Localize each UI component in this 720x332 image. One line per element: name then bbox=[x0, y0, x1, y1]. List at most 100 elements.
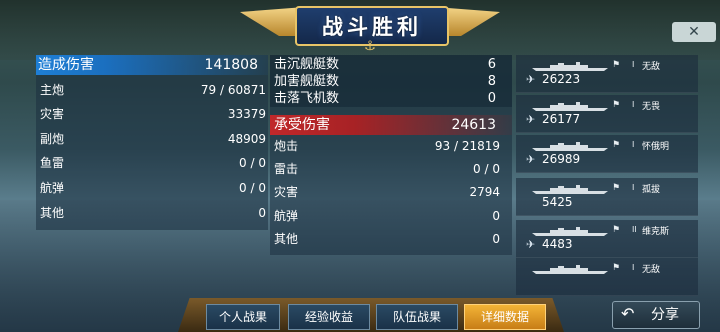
stat-value: 0 bbox=[492, 232, 500, 246]
kill-value: 0 bbox=[487, 91, 496, 106]
stat-value: 0 bbox=[492, 209, 500, 223]
ship-name: 无畏 bbox=[642, 102, 661, 112]
share-arrow-icon: ↶ bbox=[621, 304, 635, 323]
stat-value: 0 / 0 bbox=[473, 162, 500, 176]
stat-row: 航弹 0 bbox=[274, 205, 500, 227]
ship-damage: 5425 bbox=[542, 195, 573, 209]
ship-name: 维克斯 bbox=[642, 227, 670, 237]
kill-value: 8 bbox=[487, 74, 496, 89]
banner-title: 战斗胜利 bbox=[322, 15, 422, 39]
stat-label: 航弹 bbox=[40, 181, 65, 195]
warship-silhouette-icon bbox=[532, 227, 608, 236]
ship-card: ⚑ I 无敌 ✈ 26223 bbox=[516, 55, 698, 93]
damage-received-header: 承受伤害 24613 bbox=[270, 115, 512, 135]
warship-silhouette-icon bbox=[532, 102, 608, 111]
ship-tier: I bbox=[632, 183, 635, 192]
kill-row: 加害舰艇数 8 bbox=[274, 73, 496, 90]
damage-dealt-label: 造成伤害 bbox=[38, 57, 94, 73]
stat-value: 93 / 21819 bbox=[434, 139, 500, 153]
tab-experience-gain[interactable]: 经验收益 bbox=[288, 304, 370, 330]
stat-row: 航弹 0 / 0 bbox=[40, 177, 266, 199]
stat-label: 航弹 bbox=[274, 209, 299, 223]
stat-value: 0 / 0 bbox=[239, 181, 266, 195]
stat-value: 79 / 60871 bbox=[200, 83, 266, 97]
stat-label: 炮击 bbox=[274, 139, 299, 153]
stat-row: 其他 0 bbox=[40, 202, 266, 224]
share-label: 分享 bbox=[651, 307, 679, 323]
ship-card: ⚑ II 维克斯 ✈ 4483 bbox=[516, 220, 698, 258]
nation-flag-icon: ⚑ bbox=[612, 60, 621, 70]
damage-dealt-total: 141808 bbox=[204, 57, 258, 73]
tab-personal-results[interactable]: 个人战果 bbox=[206, 304, 280, 330]
tab-label: 经验收益 bbox=[304, 310, 353, 324]
aircraft-icon: ✈ bbox=[526, 153, 536, 166]
damage-received-total: 24613 bbox=[451, 117, 496, 133]
stat-label: 主炮 bbox=[40, 83, 65, 97]
stat-row: 主炮 79 / 60871 bbox=[40, 79, 266, 101]
nation-flag-icon: ⚑ bbox=[612, 225, 621, 235]
close-button[interactable]: ✕ bbox=[672, 22, 716, 42]
stat-value: 0 bbox=[258, 206, 266, 220]
ship-name: 无敌 bbox=[642, 62, 661, 72]
stat-value: 2794 bbox=[469, 185, 500, 199]
warship-silhouette-icon bbox=[532, 142, 608, 151]
ship-card: ⚑ I 怀俄明 ✈ 26989 bbox=[516, 135, 698, 173]
ship-damage: 26989 bbox=[542, 152, 581, 166]
warship-silhouette-icon bbox=[532, 265, 608, 274]
damage-received-label: 承受伤害 bbox=[274, 117, 330, 133]
nation-flag-icon: ⚑ bbox=[612, 183, 621, 193]
ship-tier: I bbox=[632, 100, 635, 109]
ship-damage: 26177 bbox=[542, 112, 581, 126]
warship-silhouette-icon bbox=[532, 185, 608, 194]
ship-name: 无敌 bbox=[642, 265, 661, 275]
aircraft-icon: ✈ bbox=[526, 113, 536, 126]
stat-row: 灾害 2794 bbox=[274, 181, 500, 203]
stat-label: 鱼雷 bbox=[40, 156, 65, 170]
victory-banner: 战斗胜利 ⚓ bbox=[240, 0, 500, 54]
tab-team-results[interactable]: 队伍战果 bbox=[376, 304, 458, 330]
stat-label: 雷击 bbox=[274, 162, 299, 176]
warship-silhouette-icon bbox=[532, 62, 608, 71]
nation-flag-icon: ⚑ bbox=[612, 263, 621, 273]
nation-flag-icon: ⚑ bbox=[612, 140, 621, 150]
kill-row: 击落飞机数 0 bbox=[274, 90, 496, 107]
stat-row: 灾害 33379 bbox=[40, 103, 266, 125]
ship-card: ⚑ I 孤拔 5425 bbox=[516, 178, 698, 216]
ship-tier: I bbox=[632, 60, 635, 69]
ship-tier: II bbox=[632, 225, 637, 234]
kill-row: 击沉舰艇数 6 bbox=[274, 56, 496, 73]
stat-row: 副炮 48909 bbox=[40, 128, 266, 150]
ship-name: 孤拔 bbox=[642, 185, 661, 195]
anchor-icon: ⚓ bbox=[364, 39, 376, 54]
ship-card: ⚑ I 无畏 ✈ 26177 bbox=[516, 95, 698, 133]
stat-label: 灾害 bbox=[274, 185, 299, 199]
tab-label: 详细数据 bbox=[480, 310, 529, 324]
stat-value: 48909 bbox=[227, 132, 266, 146]
kill-label: 加害舰艇数 bbox=[274, 74, 340, 89]
kill-label: 击落飞机数 bbox=[274, 91, 340, 106]
ship-card: ⚑ I 无敌 bbox=[516, 258, 698, 296]
ship-name: 怀俄明 bbox=[642, 142, 670, 152]
stat-label: 副炮 bbox=[40, 132, 65, 146]
close-icon: ✕ bbox=[688, 24, 700, 40]
kill-stats: 击沉舰艇数 6 加害舰艇数 8 击落飞机数 0 bbox=[270, 55, 512, 107]
share-button[interactable]: ↶ 分享 bbox=[612, 301, 700, 329]
battle-stats-panel: 击沉舰艇数 6 加害舰艇数 8 击落飞机数 0 承受伤害 24613 炮击 93… bbox=[270, 55, 512, 255]
kill-label: 击沉舰艇数 bbox=[274, 57, 340, 72]
stat-row: 雷击 0 / 0 bbox=[274, 158, 500, 180]
stat-row: 鱼雷 0 / 0 bbox=[40, 152, 266, 174]
stat-label: 其他 bbox=[274, 232, 299, 246]
ship-tier: I bbox=[632, 263, 635, 272]
damage-dealt-panel: 造成伤害 141808 主炮 79 / 60871 灾害 33379 副炮 48… bbox=[36, 55, 268, 230]
kill-value: 6 bbox=[487, 57, 496, 72]
aircraft-icon: ✈ bbox=[526, 238, 536, 251]
ship-damage: 4483 bbox=[542, 237, 573, 251]
nation-flag-icon: ⚑ bbox=[612, 100, 621, 110]
stat-value: 0 / 0 bbox=[239, 156, 266, 170]
stat-row: 炮击 93 / 21819 bbox=[274, 135, 500, 157]
stat-row: 其他 0 bbox=[274, 228, 500, 250]
aircraft-icon: ✈ bbox=[526, 73, 536, 86]
tab-detailed-data[interactable]: 详细数据 bbox=[464, 304, 546, 330]
ship-tier: I bbox=[632, 140, 635, 149]
damage-dealt-header: 造成伤害 141808 bbox=[36, 55, 268, 75]
